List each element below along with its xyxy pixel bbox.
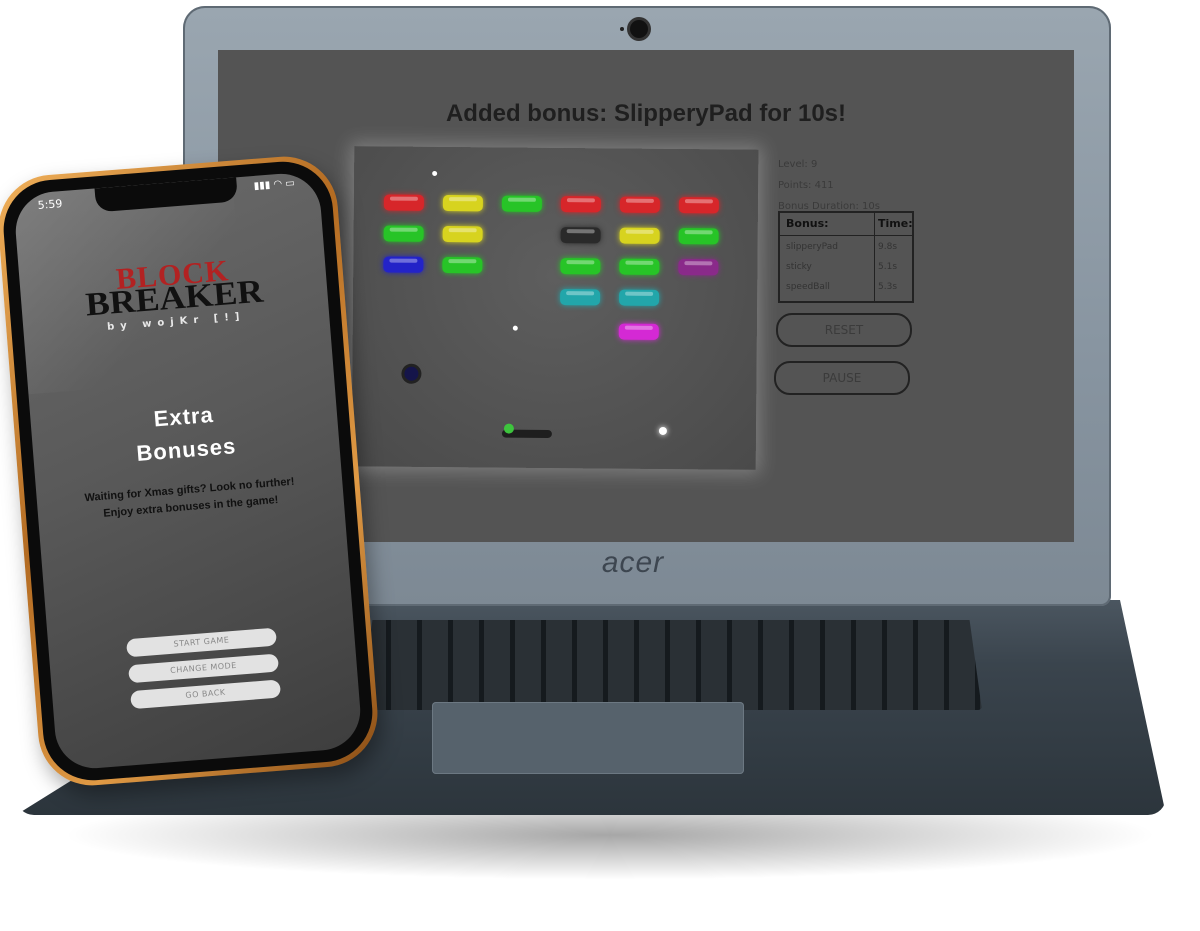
level-label: Level: 9 [778,159,818,170]
bonus-table: Bonus: Time: slipperyPad 9.8s sticky 5.1… [778,211,914,303]
laptop-trackpad [432,702,744,774]
reset-button[interactable]: RESET [776,313,912,347]
go-back-button[interactable]: GO BACK [130,679,282,710]
pause-button[interactable]: PAUSE [774,361,910,395]
brick [678,228,719,245]
table-divider [874,213,875,301]
brick [383,256,424,273]
game-stats: Level: 9 Points: 411 Bonus Duration: 10s [778,154,880,217]
ball [658,426,667,435]
points-label: Points: 411 [778,180,834,191]
brick [619,258,660,275]
paddle-bonus-indicator [503,423,514,434]
brick [501,195,542,212]
table-header-bonus: Bonus: [786,217,829,230]
table-cell-time: 5.3s [878,282,898,292]
brick [560,258,601,275]
brick [383,225,424,242]
status-time: 5:59 [37,197,63,212]
table-divider [780,235,912,236]
brick [442,226,483,243]
table-cell-time: 9.8s [878,242,898,252]
brick [619,227,660,244]
brick [560,227,601,244]
ball [404,366,419,381]
table-header-time: Time: [878,217,913,230]
brick [619,196,660,213]
brick [619,289,660,306]
table-cell-bonus: speedBall [786,282,830,292]
laptop-brand-logo: acer [601,546,665,579]
table-cell-bonus: sticky [786,262,812,272]
brick [442,257,483,274]
brick [618,323,659,340]
table-cell-bonus: slipperyPad [786,242,838,252]
webcam-icon [630,20,648,38]
game-board[interactable] [351,146,759,470]
table-cell-time: 5.1s [878,262,898,272]
status-signal-wifi-battery-icon: ▮▮▮ ◠ ▭ [253,177,296,192]
brick [560,289,601,306]
phone-screen: 5:59 ▮▮▮ ◠ ▭ BLOCK BREAKER by wojKr [!] … [12,170,364,772]
page-title: Extra Bonuses [30,388,340,478]
brick [442,195,483,212]
page-description: Waiting for Xmas gifts? Look no further!… [84,475,295,520]
laptop-keyboard [360,620,982,710]
brick [678,259,719,276]
brick [678,197,719,214]
ball [512,325,518,331]
ball [432,170,438,176]
webcam-light [620,27,624,31]
brick [560,196,601,213]
brick [383,194,424,211]
bonus-message: Added bonus: SlipperyPad for 10s! [445,100,847,127]
phone: 5:59 ▮▮▮ ◠ ▭ BLOCK BREAKER by wojKr [!] … [0,152,382,790]
start-game-button[interactable]: START GAME [126,627,277,658]
change-mode-button[interactable]: CHANGE MODE [128,653,280,684]
